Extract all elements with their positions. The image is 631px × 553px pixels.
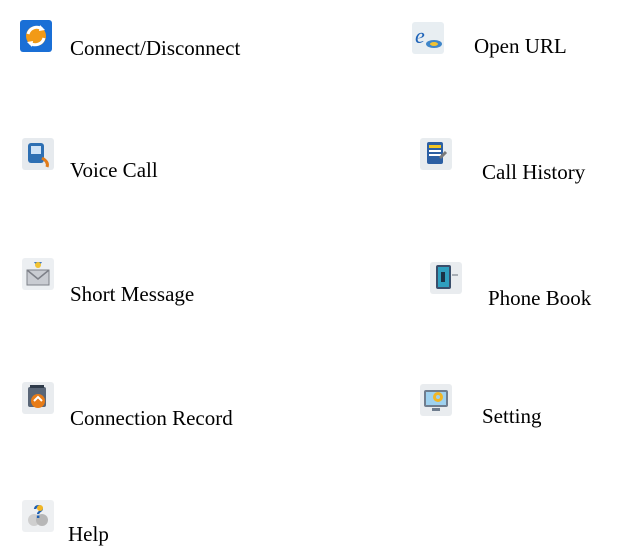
menu-item-open-url[interactable]: e Open URL — [412, 22, 612, 72]
menu-item-label: Connect/Disconnect — [70, 36, 241, 60]
menu-item-call-history[interactable]: Call History — [420, 138, 630, 188]
phone-call-icon — [22, 138, 54, 170]
svg-text:?: ? — [33, 502, 44, 522]
menu-item-short-message[interactable]: Short Message — [22, 258, 262, 308]
menu-item-label: Call History — [482, 160, 586, 184]
address-book-icon — [430, 262, 462, 294]
menu-item-label: Setting — [482, 404, 542, 428]
menu-item-setting[interactable]: Setting — [420, 384, 620, 434]
envelope-icon — [22, 258, 54, 290]
menu-item-connection-record[interactable]: Connection Record — [22, 382, 302, 432]
help-icon: ? — [22, 500, 54, 532]
call-history-icon — [420, 138, 452, 170]
browser-icon: e — [412, 22, 444, 54]
menu-item-label: Phone Book — [488, 286, 592, 310]
menu-item-label: Help — [68, 522, 109, 546]
menu-item-label: Connection Record — [70, 406, 233, 430]
menu-item-phone-book[interactable]: Phone Book — [430, 262, 630, 312]
menu-item-help[interactable]: ? Help — [22, 500, 172, 550]
connect-disconnect-icon — [20, 20, 52, 52]
menu-item-label: Short Message — [70, 282, 195, 306]
menu-item-label: Open URL — [474, 34, 567, 58]
settings-monitor-icon — [420, 384, 452, 416]
svg-text:e: e — [415, 23, 425, 48]
menu-item-voice-call[interactable]: Voice Call — [22, 138, 222, 188]
menu-item-label: Voice Call — [70, 158, 158, 182]
connection-record-icon — [22, 382, 54, 414]
menu-item-connect-disconnect[interactable]: Connect/Disconnect — [20, 20, 320, 70]
